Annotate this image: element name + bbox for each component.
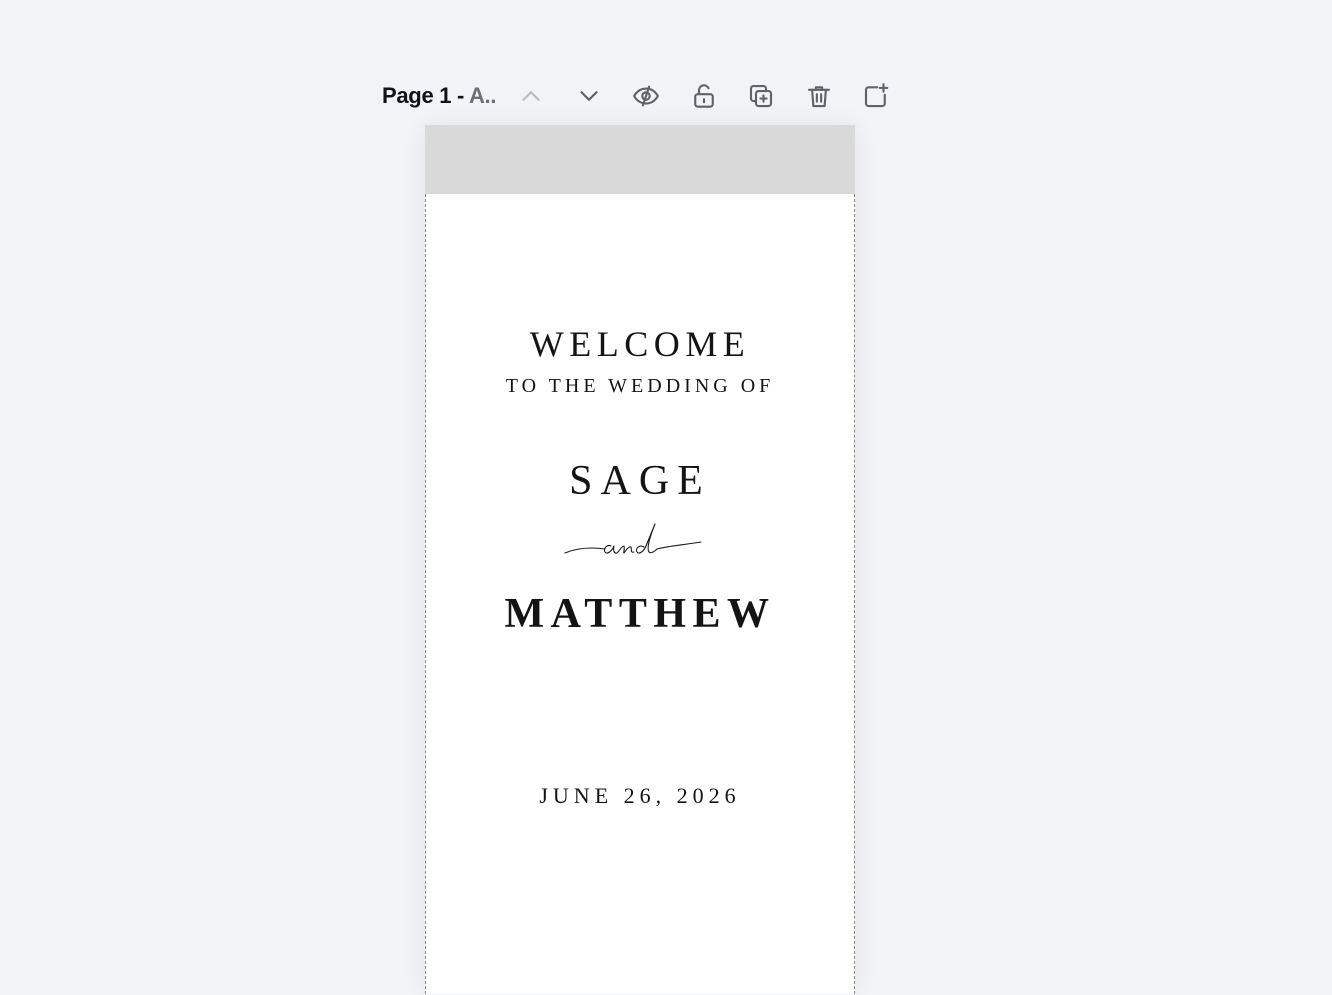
lock-page-button[interactable] bbox=[685, 77, 723, 115]
page-name[interactable]: A.. bbox=[469, 83, 497, 108]
duplicate-icon bbox=[749, 84, 773, 108]
subtitle-text[interactable]: TO THE WEDDING OF bbox=[425, 373, 855, 399]
and-script[interactable]: and bbox=[563, 520, 703, 570]
page-header-toolbar: Page 1 - A.. bbox=[382, 75, 902, 117]
page-top-band[interactable] bbox=[425, 125, 855, 194]
wedding-date[interactable]: JUNE 26, 2026 bbox=[425, 782, 855, 810]
move-page-up-button[interactable] bbox=[512, 77, 550, 115]
second-name[interactable]: MATTHEW bbox=[425, 589, 855, 639]
trash-icon bbox=[807, 86, 831, 108]
welcome-heading[interactable]: WELCOME bbox=[425, 322, 855, 366]
chevron-down-icon bbox=[580, 91, 598, 101]
delete-page-button[interactable] bbox=[800, 77, 838, 115]
eye-slash-icon bbox=[633, 85, 659, 107]
chevron-up-icon bbox=[522, 91, 540, 101]
duplicate-page-button[interactable] bbox=[742, 77, 780, 115]
page-title[interactable]: Page 1 - A.. bbox=[382, 83, 496, 109]
add-page-button[interactable] bbox=[857, 77, 895, 115]
design-page[interactable]: WELCOME TO THE WEDDING OF SAGE and MATTH… bbox=[425, 125, 855, 995]
move-page-down-button[interactable] bbox=[570, 77, 608, 115]
page-number-label: Page 1 - bbox=[382, 83, 469, 108]
first-name[interactable]: SAGE bbox=[425, 456, 855, 506]
hide-page-button[interactable] bbox=[627, 77, 665, 115]
unlock-icon bbox=[694, 84, 714, 108]
add-page-icon bbox=[864, 83, 889, 108]
and-flourish bbox=[564, 523, 702, 554]
